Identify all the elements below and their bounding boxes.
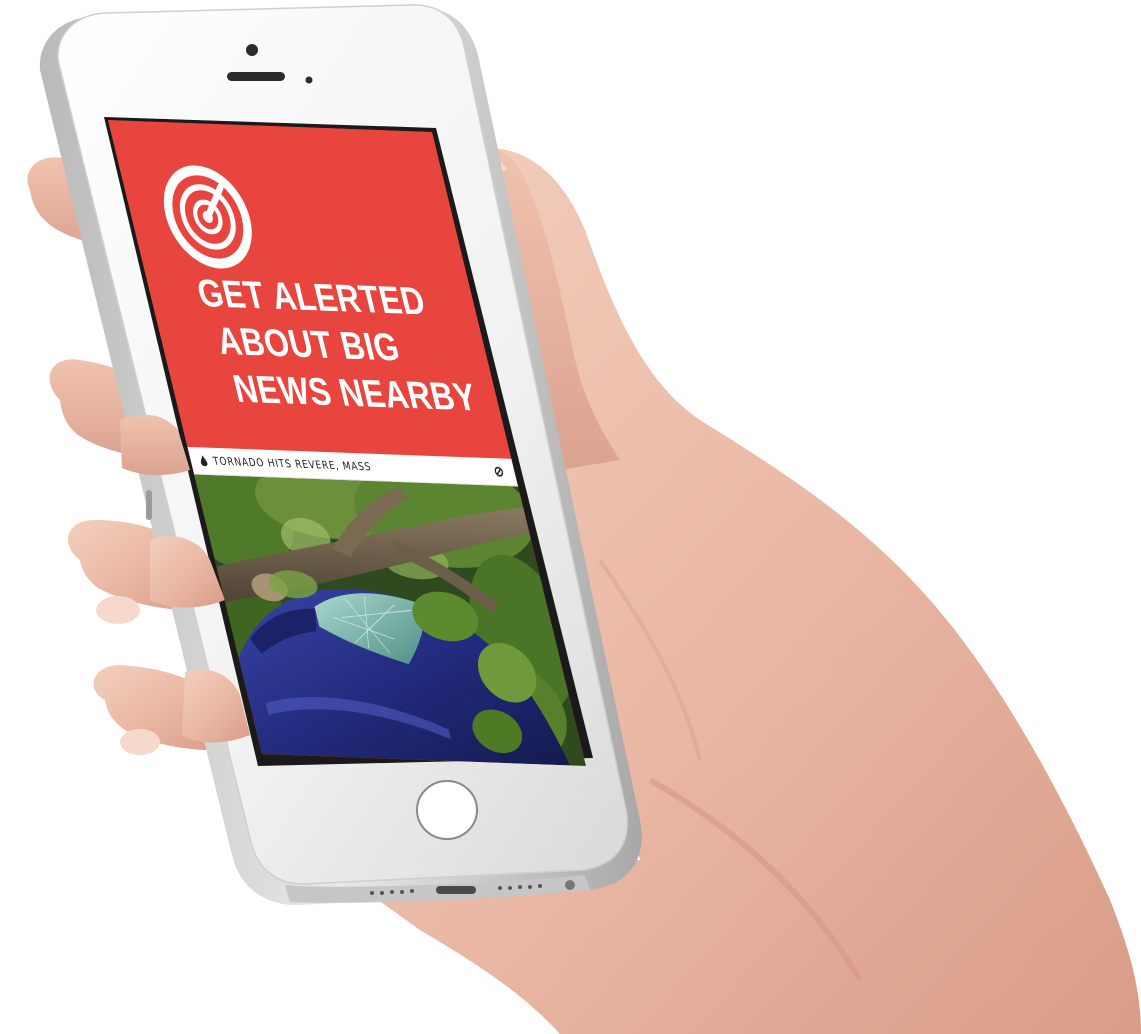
home-button — [416, 780, 478, 840]
headline-line-3: NEWS NEARBY — [229, 367, 481, 420]
no-symbol-icon[interactable] — [493, 466, 505, 477]
headline: GET ALERTED ABOUT BIG NEWS NEARBY — [193, 270, 503, 423]
earpiece-speaker — [227, 72, 285, 81]
radar-icon — [163, 165, 252, 269]
scene: GET ALERTED ABOUT BIG NEWS NEARBY TORNAD… — [0, 0, 1141, 1034]
proximity-sensor — [305, 76, 313, 84]
ticker-headline[interactable]: TORNADO HITS REVERE, MASS — [212, 455, 496, 478]
drop-icon — [200, 455, 208, 467]
front-camera — [246, 44, 258, 56]
